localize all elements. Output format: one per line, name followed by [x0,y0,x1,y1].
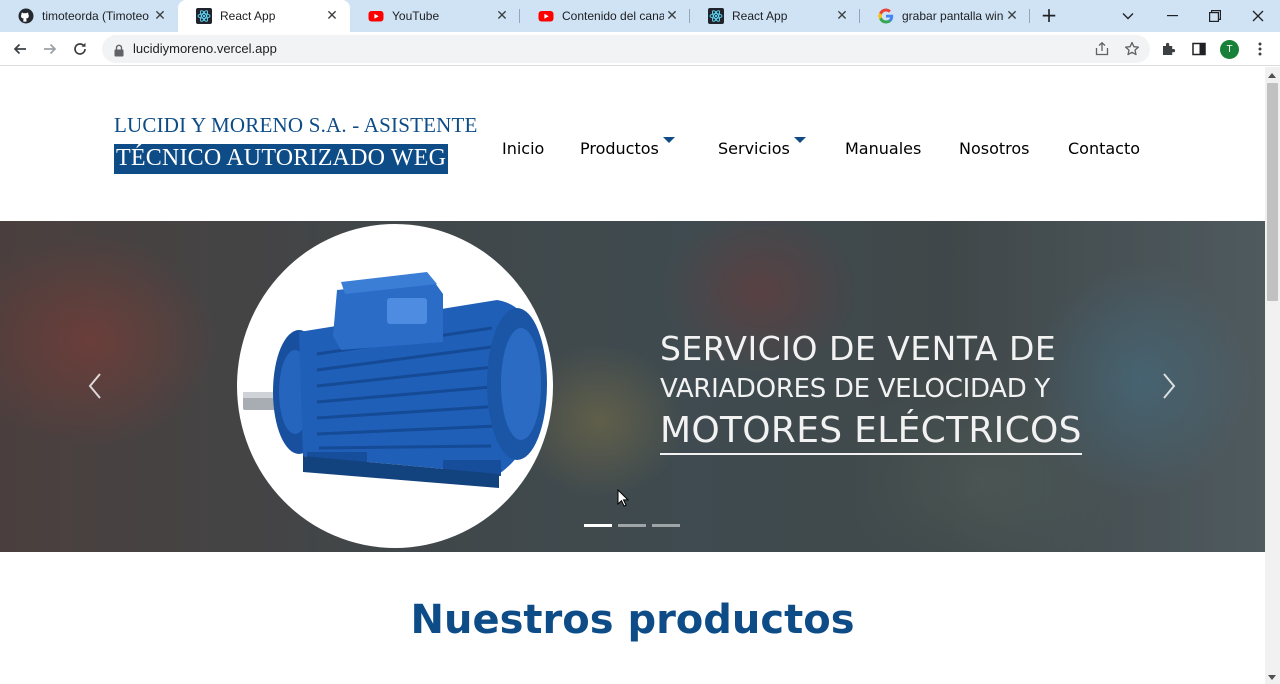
close-icon[interactable]: ✕ [834,8,850,24]
forward-button[interactable] [38,37,62,61]
section-title-text: Nuestros productos [410,597,855,643]
youtube-icon [538,8,554,24]
tab-search-button[interactable] [1108,0,1148,32]
tab-title: YouTube [392,9,440,23]
address-bar[interactable]: lucidiymoreno.vercel.app [102,35,1150,63]
nav-productos-label: Productos [580,139,659,158]
close-icon[interactable]: ✕ [152,8,168,24]
tab-strip: timoteorda (Timoteo R ✕ React App ✕ YouT… [0,0,1280,32]
page-viewport: LUCIDI Y MORENO S.A. - ASISTENTE TÉCNICO… [0,67,1265,684]
carousel-indicator-2[interactable] [618,524,646,527]
caption-line-1: SERVICIO DE VENTA DE [660,329,1057,368]
electric-motor-icon [243,272,547,488]
browser-toolbar: lucidiymoreno.vercel.app T [0,32,1280,66]
caption-line-2: VARIADORES DE VELOCIDAD Y [660,374,1050,404]
restore-button[interactable] [1195,0,1235,32]
carousel-indicator-3[interactable] [652,524,680,527]
back-button[interactable] [8,37,32,61]
close-icon[interactable]: ✕ [664,8,680,24]
puzzle-icon [1163,42,1176,55]
tab-title: React App [732,9,788,23]
nav-productos[interactable]: Productos [580,137,675,167]
side-panel-icon [1192,42,1206,56]
carousel-indicators [584,524,686,527]
tab-title: timoteorda (Timoteo R [42,9,152,23]
close-icon[interactable]: ✕ [324,8,340,24]
tab-google-search[interactable]: grabar pantalla windo ✕ [860,0,1030,32]
github-icon [18,8,34,24]
arrow-right-icon [44,43,57,55]
star-icon[interactable] [1124,41,1140,57]
restore-icon [1209,10,1221,22]
motor-image [237,224,553,548]
profile-avatar[interactable]: T [1220,40,1239,59]
new-tab-button[interactable]: + [1038,3,1060,27]
section-title: Nuestros productos [0,597,1265,643]
google-icon [878,8,894,24]
tab-youtube-studio[interactable]: Contenido del canal - ✕ [520,0,690,32]
tab-separator [1029,9,1030,23]
tab-title: Contenido del canal - [562,9,664,23]
nav-servicios-label: Servicios [718,139,790,158]
tab-github[interactable]: timoteorda (Timoteo R ✕ [0,0,178,32]
minimize-button[interactable] [1152,0,1192,32]
close-window-button[interactable] [1238,0,1278,32]
chevron-left-icon [88,373,101,399]
nav-manuales[interactable]: Manuales [845,139,921,167]
carousel-next-button[interactable] [1154,366,1184,406]
nav-inicio[interactable]: Inicio [502,139,544,167]
company-logo[interactable]: LUCIDI Y MORENO S.A. - ASISTENTE TÉCNICO… [114,113,478,174]
page-scrollbar[interactable] [1265,67,1280,684]
nav-nosotros[interactable]: Nosotros [959,139,1030,167]
chevron-down-icon [1122,13,1134,20]
arrow-left-icon [13,43,26,55]
close-icon[interactable]: ✕ [494,8,510,24]
kebab-menu-icon [1258,42,1262,56]
mouse-cursor-icon [617,489,629,507]
hero-carousel: SERVICIO DE VENTA DE VARIADORES DE VELOC… [0,221,1265,552]
caret-down-icon [793,137,806,143]
minimize-icon [1166,15,1178,17]
share-icon[interactable] [1094,41,1110,57]
tab-react-app[interactable]: React App ✕ [690,0,860,32]
tab-youtube[interactable]: YouTube ✕ [350,0,520,32]
carousel-indicator-1[interactable] [584,524,612,527]
close-icon [1252,10,1264,22]
site-header: LUCIDI Y MORENO S.A. - ASISTENTE TÉCNICO… [0,67,1265,221]
scroll-down-icon[interactable] [1268,675,1276,680]
react-icon [708,8,724,24]
url-text[interactable]: lucidiymoreno.vercel.app [133,41,277,56]
logo-line-1: LUCIDI Y MORENO S.A. - ASISTENTE [114,113,478,137]
scrollbar-thumb[interactable] [1267,83,1278,301]
tab-react-app-active[interactable]: React App ✕ [178,0,350,32]
extensions-button[interactable] [1157,37,1181,61]
close-icon[interactable]: ✕ [1004,8,1020,24]
carousel-prev-button[interactable] [80,366,110,406]
slide-caption: SERVICIO DE VENTA DE VARIADORES DE VELOC… [660,329,1082,455]
react-icon [196,8,212,24]
caret-down-icon [662,137,675,143]
nav-contacto[interactable]: Contacto [1068,139,1140,167]
logo-line-2: TÉCNICO AUTORIZADO WEG [114,144,449,174]
reload-icon [74,42,86,55]
reload-button[interactable] [68,37,92,61]
scroll-up-icon[interactable] [1268,73,1276,78]
side-panel-button[interactable] [1187,37,1211,61]
nav-servicios[interactable]: Servicios [718,137,806,167]
chevron-right-icon [1163,373,1176,399]
tab-title: React App [220,9,276,23]
tab-title: grabar pantalla windo [902,9,1004,23]
menu-button[interactable] [1248,37,1272,61]
lock-icon[interactable] [114,42,124,61]
youtube-icon [368,8,384,24]
caption-line-3: MOTORES ELÉCTRICOS [660,409,1082,455]
